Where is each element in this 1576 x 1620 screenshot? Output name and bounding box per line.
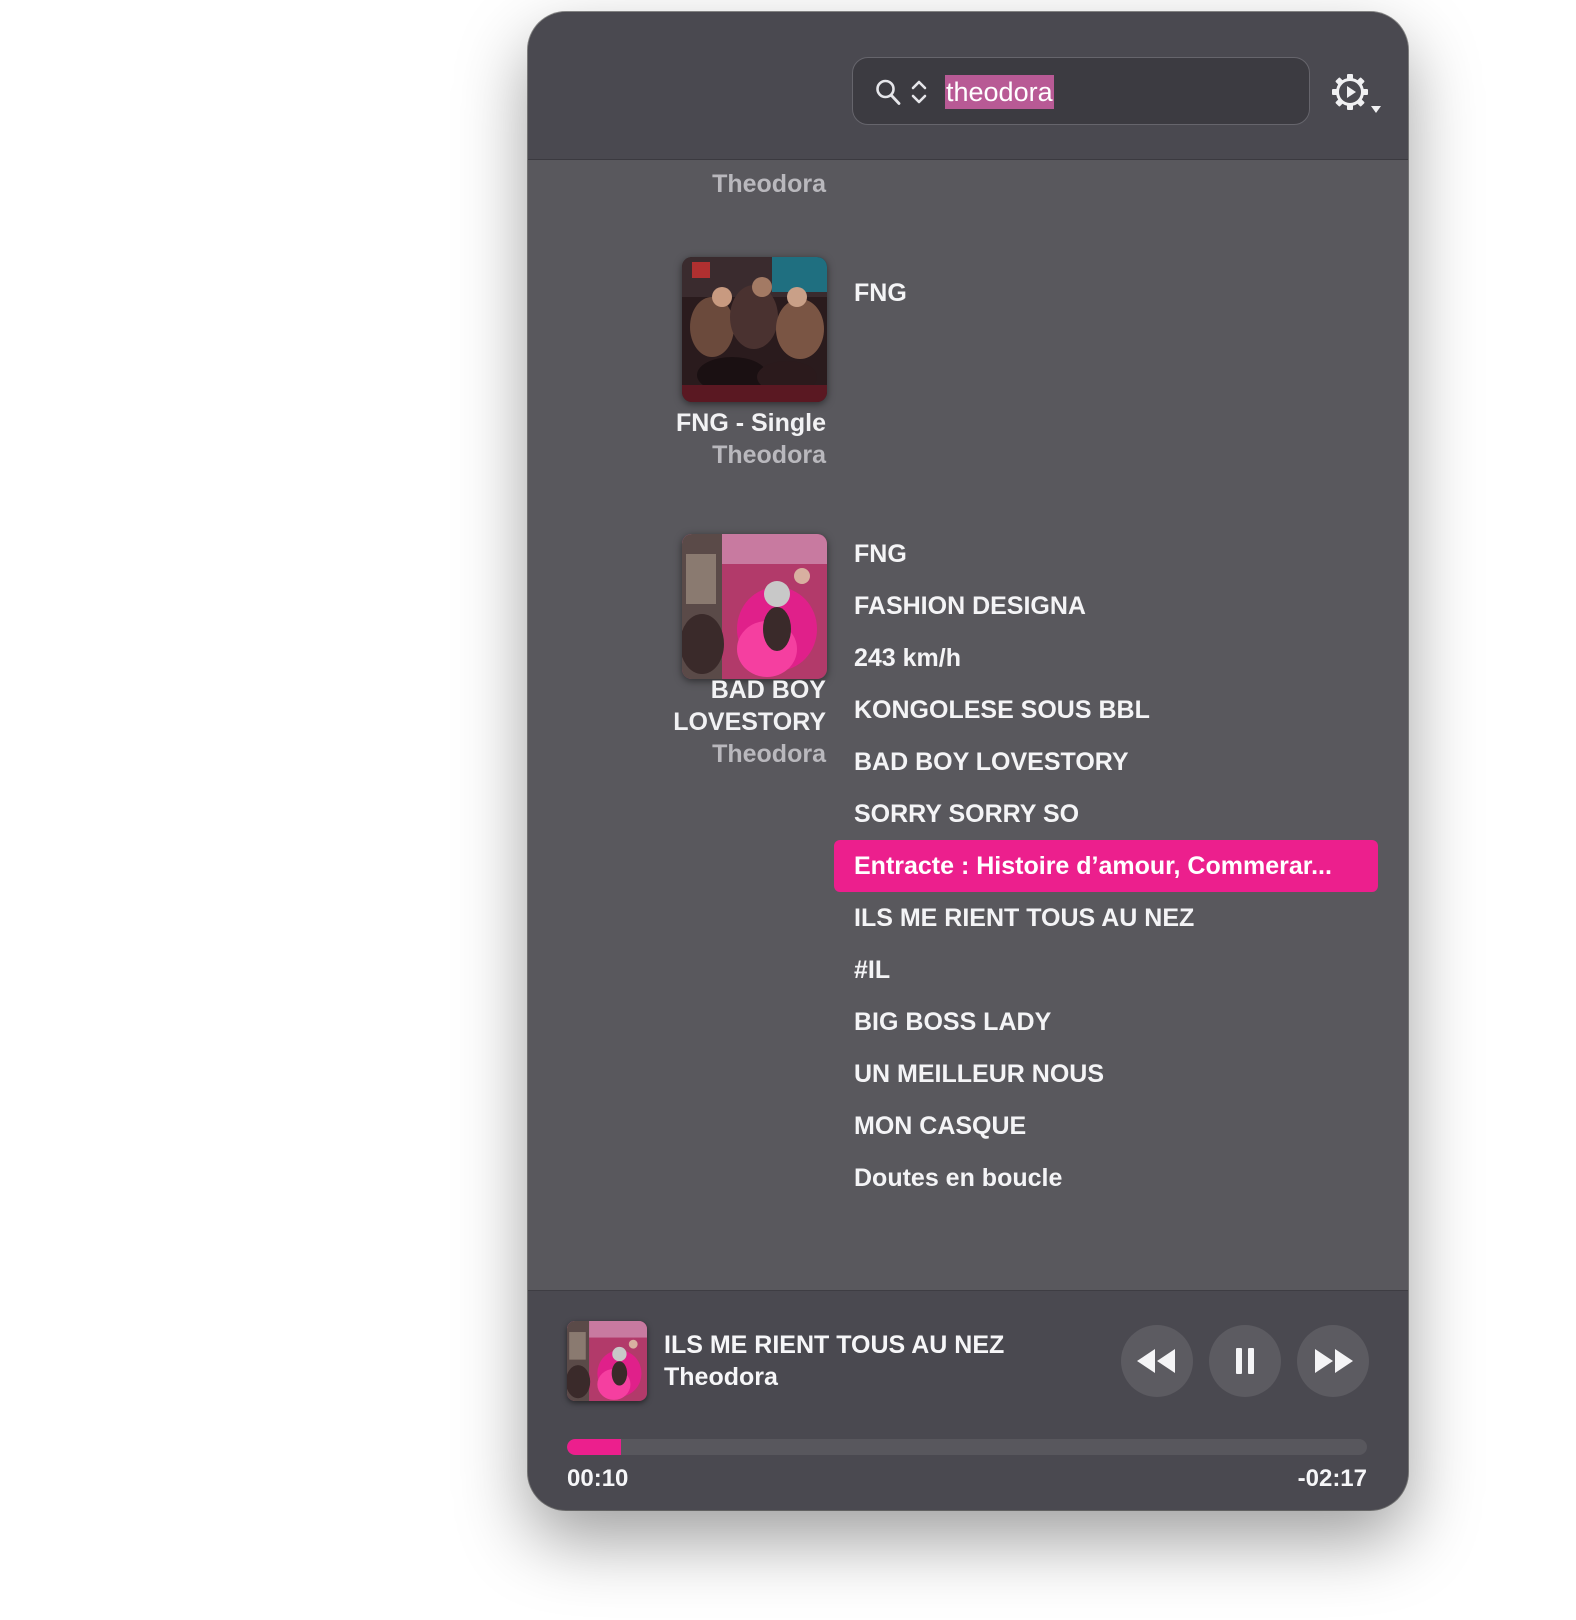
playback-progress-bar[interactable] xyxy=(567,1439,1367,1455)
now-playing-title: ILS ME RIENT TOUS AU NEZ xyxy=(664,1331,1005,1359)
album-title: FNG - Single xyxy=(676,409,826,437)
fast-forward-button[interactable] xyxy=(1297,1325,1369,1397)
music-player-window: theodora Theodora FNG - Single Theodora … xyxy=(528,12,1408,1510)
now-playing-bar: ILS ME RIENT TOUS AU NEZ Theodora 00:10 … xyxy=(528,1290,1408,1510)
toolbar: theodora xyxy=(528,12,1408,160)
pause-button[interactable] xyxy=(1209,1325,1281,1397)
fast-forward-icon xyxy=(1315,1349,1353,1373)
track-row-selected[interactable]: Entracte : Histoire d’amour, Commerar... xyxy=(834,840,1378,892)
album-artwork-bad-boy-lovestory[interactable] xyxy=(682,534,827,679)
track-row[interactable]: MON CASQUE xyxy=(834,1100,1378,1152)
track-row[interactable]: BAD BOY LOVESTORY xyxy=(834,736,1378,788)
album-title-line-1: BAD BOY xyxy=(710,676,826,704)
rewind-button[interactable] xyxy=(1121,1325,1193,1397)
track-row[interactable]: BIG BOSS LADY xyxy=(834,996,1378,1048)
search-field[interactable]: theodora xyxy=(852,57,1310,125)
album-artwork-fng-single[interactable] xyxy=(682,257,827,402)
elapsed-time: 00:10 xyxy=(567,1465,629,1492)
search-query-text[interactable]: theodora xyxy=(945,75,1054,109)
now-playing-artist: Theodora xyxy=(664,1363,778,1391)
remaining-time: -02:17 xyxy=(1297,1465,1367,1492)
track-row[interactable]: #IL xyxy=(834,944,1378,996)
rewind-icon xyxy=(1137,1349,1175,1373)
up-down-chevron-icon[interactable] xyxy=(909,78,929,106)
search-results-list: Theodora FNG - Single Theodora FNG BAD B… xyxy=(528,160,1408,1290)
album-artist: Theodora xyxy=(712,441,826,469)
album-artist: Theodora xyxy=(712,170,826,198)
track-row[interactable]: 243 km/h xyxy=(834,632,1378,684)
track-row[interactable]: ILS ME RIENT TOUS AU NEZ xyxy=(834,892,1378,944)
track-row[interactable]: Doutes en boucle xyxy=(834,1152,1378,1204)
track-row[interactable]: UN MEILLEUR NOUS xyxy=(834,1048,1378,1100)
now-playing-artwork[interactable] xyxy=(567,1321,647,1401)
track-row[interactable]: FNG xyxy=(834,528,1378,580)
track-row[interactable]: FNG xyxy=(834,267,1378,319)
album-title-line-2: LOVESTORY xyxy=(673,708,826,736)
album-artist: Theodora xyxy=(712,740,826,768)
gear-icon[interactable] xyxy=(1328,68,1384,118)
track-row[interactable]: SORRY SORRY SO xyxy=(834,788,1378,840)
pause-icon xyxy=(1236,1348,1254,1374)
track-row[interactable]: FASHION DESIGNA xyxy=(834,580,1378,632)
search-icon xyxy=(876,79,901,105)
chevron-down-icon xyxy=(1371,106,1381,113)
track-row[interactable]: KONGOLESE SOUS BBL xyxy=(834,684,1378,736)
playback-progress-fill xyxy=(567,1439,622,1455)
